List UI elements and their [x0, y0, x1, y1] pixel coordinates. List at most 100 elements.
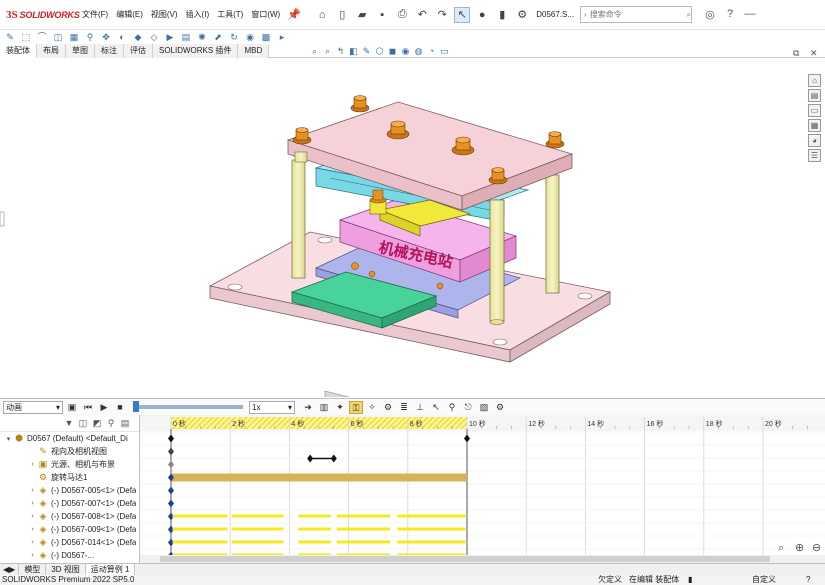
redo-icon[interactable]: ↷: [434, 7, 450, 23]
large-assembly-icon[interactable]: ▩: [260, 31, 272, 43]
solidworks-logo[interactable]: 3S SOLIDWORKS: [0, 9, 80, 21]
tree-row[interactable]: ✎ 视向及相机视图: [0, 445, 139, 458]
tab-layout[interactable]: 布局: [37, 44, 66, 58]
search-input[interactable]: 搜索命令: [587, 9, 687, 20]
help-icon[interactable]: ?: [720, 8, 740, 21]
tab-mbd[interactable]: MBD: [238, 44, 270, 58]
tree-row[interactable]: › ◈ (-) D0567-008<1> (Defa: [0, 510, 139, 523]
linear-pattern-icon[interactable]: ▦: [68, 31, 80, 43]
design-library-icon[interactable]: ▤: [808, 89, 821, 102]
menu-insert[interactable]: 插入(I): [182, 9, 214, 20]
expand-arrow-icon[interactable]: ›: [28, 487, 37, 494]
appearances-icon[interactable]: ◕: [808, 134, 821, 147]
filter-selected-icon[interactable]: ◩: [90, 418, 104, 429]
spring-icon[interactable]: ≣: [397, 401, 411, 414]
tab-model[interactable]: 模型: [19, 564, 47, 575]
expand-arrow-icon[interactable]: ▾: [4, 435, 13, 443]
more-arrow-icon[interactable]: ▸: [276, 31, 288, 43]
exploded-view-icon[interactable]: ✺: [196, 31, 208, 43]
menu-tools[interactable]: 工具(T): [213, 9, 247, 20]
tree-row[interactable]: ▾ ⬢ D0567 (Default) <Default_Di: [0, 432, 139, 445]
resources-icon[interactable]: ⌂: [808, 74, 821, 87]
graphics-area[interactable]: 机械充电站: [0, 60, 806, 397]
status-help-icon[interactable]: ?: [806, 575, 810, 585]
bottom-nav-icon[interactable]: ◀▶: [0, 564, 20, 575]
timeline-area[interactable]: 0 秒 2 秒 4 秒 6 秒 8 秒 10 秒 12 秒 14 秒 16 秒 18 秒 20 秒 ⌕…: [140, 415, 825, 563]
playback-speed-select[interactable]: 1x: [249, 400, 295, 414]
collapse-tree-icon[interactable]: ▤: [118, 418, 132, 429]
home-icon[interactable]: ⌂: [314, 7, 330, 23]
menu-file[interactable]: 文件(F): [78, 9, 112, 20]
view-settings-icon[interactable]: ▭: [438, 46, 451, 58]
bill-of-materials-icon[interactable]: ▤: [180, 31, 192, 43]
view-palette-icon[interactable]: ▦: [808, 119, 821, 132]
tree-row[interactable]: › ◈ (-) D0567-014<1> (Defa: [0, 536, 139, 549]
menu-edit[interactable]: 编辑(E): [112, 9, 147, 20]
print-icon[interactable]: ⎙: [394, 7, 410, 23]
tree-row[interactable]: › ▣ 光源、相机与布景: [0, 458, 139, 471]
component-preview-icon[interactable]: ◫: [52, 31, 64, 43]
expand-arrow-icon[interactable]: ›: [28, 500, 37, 507]
minimize-icon[interactable]: —: [740, 8, 760, 21]
tab-markup[interactable]: 标注: [95, 44, 124, 58]
left-splitter[interactable]: [0, 211, 5, 227]
traffic-light-icon[interactable]: ●: [474, 7, 490, 23]
tab-evaluate[interactable]: 评估: [124, 44, 153, 58]
tab-addins[interactable]: SOLIDWORKS 插件: [153, 44, 239, 58]
autokey-icon[interactable]: ⚿: [349, 400, 363, 414]
instant3d-icon[interactable]: ⬈: [212, 31, 224, 43]
force-icon[interactable]: ↖: [429, 401, 443, 414]
study-type-select[interactable]: 动画: [3, 400, 63, 414]
tab-3d-views[interactable]: 3D 视图: [46, 564, 86, 575]
select-cursor-icon[interactable]: ↖: [454, 6, 471, 23]
reference-geometry-icon[interactable]: ◇: [148, 31, 160, 43]
custom-properties-icon[interactable]: ☰: [808, 149, 821, 162]
expand-arrow-icon[interactable]: ›: [28, 552, 37, 559]
assembly-features-icon[interactable]: ◆: [132, 31, 144, 43]
menu-window[interactable]: 窗口(W): [247, 9, 284, 20]
apply-scene-icon[interactable]: ◔: [425, 46, 438, 58]
edit-appearance-icon[interactable]: ◍: [412, 46, 425, 58]
rebuild-status-icon[interactable]: ▮: [688, 575, 692, 585]
zoom-area-icon[interactable]: ⌕: [321, 46, 334, 58]
view-orientation-icon[interactable]: ⬡: [373, 46, 386, 58]
results-plots-icon[interactable]: ▨: [477, 401, 491, 414]
tree-row[interactable]: › ◈ (-) D0567-009<1> (Defa: [0, 523, 139, 536]
playback-slider-knob[interactable]: [133, 401, 139, 412]
expand-arrow-icon[interactable]: ›: [28, 526, 37, 533]
play-from-start-icon[interactable]: ⏮: [81, 401, 95, 414]
dynamic-annotation-icon[interactable]: ✎: [360, 46, 373, 58]
playback-mode-icon[interactable]: ➜: [301, 401, 315, 414]
playback-slider[interactable]: [133, 401, 243, 412]
section-view-icon[interactable]: ◧: [347, 46, 360, 58]
expand-arrow-icon[interactable]: ›: [28, 539, 37, 546]
take-snapshot-icon[interactable]: ◉: [244, 31, 256, 43]
edit-component-icon[interactable]: ✎: [4, 31, 16, 43]
restore-icon[interactable]: ⧉: [793, 48, 799, 59]
menu-view[interactable]: 视图(V): [147, 9, 182, 20]
save-icon[interactable]: ▪: [374, 7, 390, 23]
new-motion-study-icon[interactable]: ▶: [164, 31, 176, 43]
open-folder-icon[interactable]: ▰: [354, 7, 370, 23]
hide-show-items-icon[interactable]: ◉: [399, 46, 412, 58]
pin-icon[interactable]: 📌: [286, 7, 302, 23]
play-icon[interactable]: ▶: [97, 401, 111, 414]
expand-arrow-icon[interactable]: ›: [28, 513, 37, 520]
stop-icon[interactable]: ■: [113, 401, 127, 414]
file-explorer-icon[interactable]: ▭: [808, 104, 821, 117]
status-units[interactable]: 自定义: [752, 575, 776, 585]
options-gear-icon[interactable]: ⚙: [514, 7, 530, 23]
search-commands[interactable]: › 搜索命令 ⌕: [580, 6, 693, 23]
tree-row[interactable]: › ◈ (-) D0567-005<1> (Defa: [0, 484, 139, 497]
gravity-icon[interactable]: ⎋: [461, 401, 475, 414]
contact-icon[interactable]: ⚲: [445, 401, 459, 414]
tree-row[interactable]: › ◈ (-) D0567-007<1> (Defa: [0, 497, 139, 510]
filter-animated-icon[interactable]: ▼: [62, 418, 76, 428]
damper-icon[interactable]: ⊥: [413, 401, 427, 414]
rebuild-icon[interactable]: ▮: [494, 7, 510, 23]
move-component-icon[interactable]: ✥: [100, 31, 112, 43]
expand-arrow-icon[interactable]: ›: [28, 461, 37, 468]
filter-results-icon[interactable]: ⚲: [104, 418, 118, 429]
display-style-icon[interactable]: ◼: [386, 46, 399, 58]
study-properties-icon[interactable]: ⚙: [493, 401, 507, 414]
